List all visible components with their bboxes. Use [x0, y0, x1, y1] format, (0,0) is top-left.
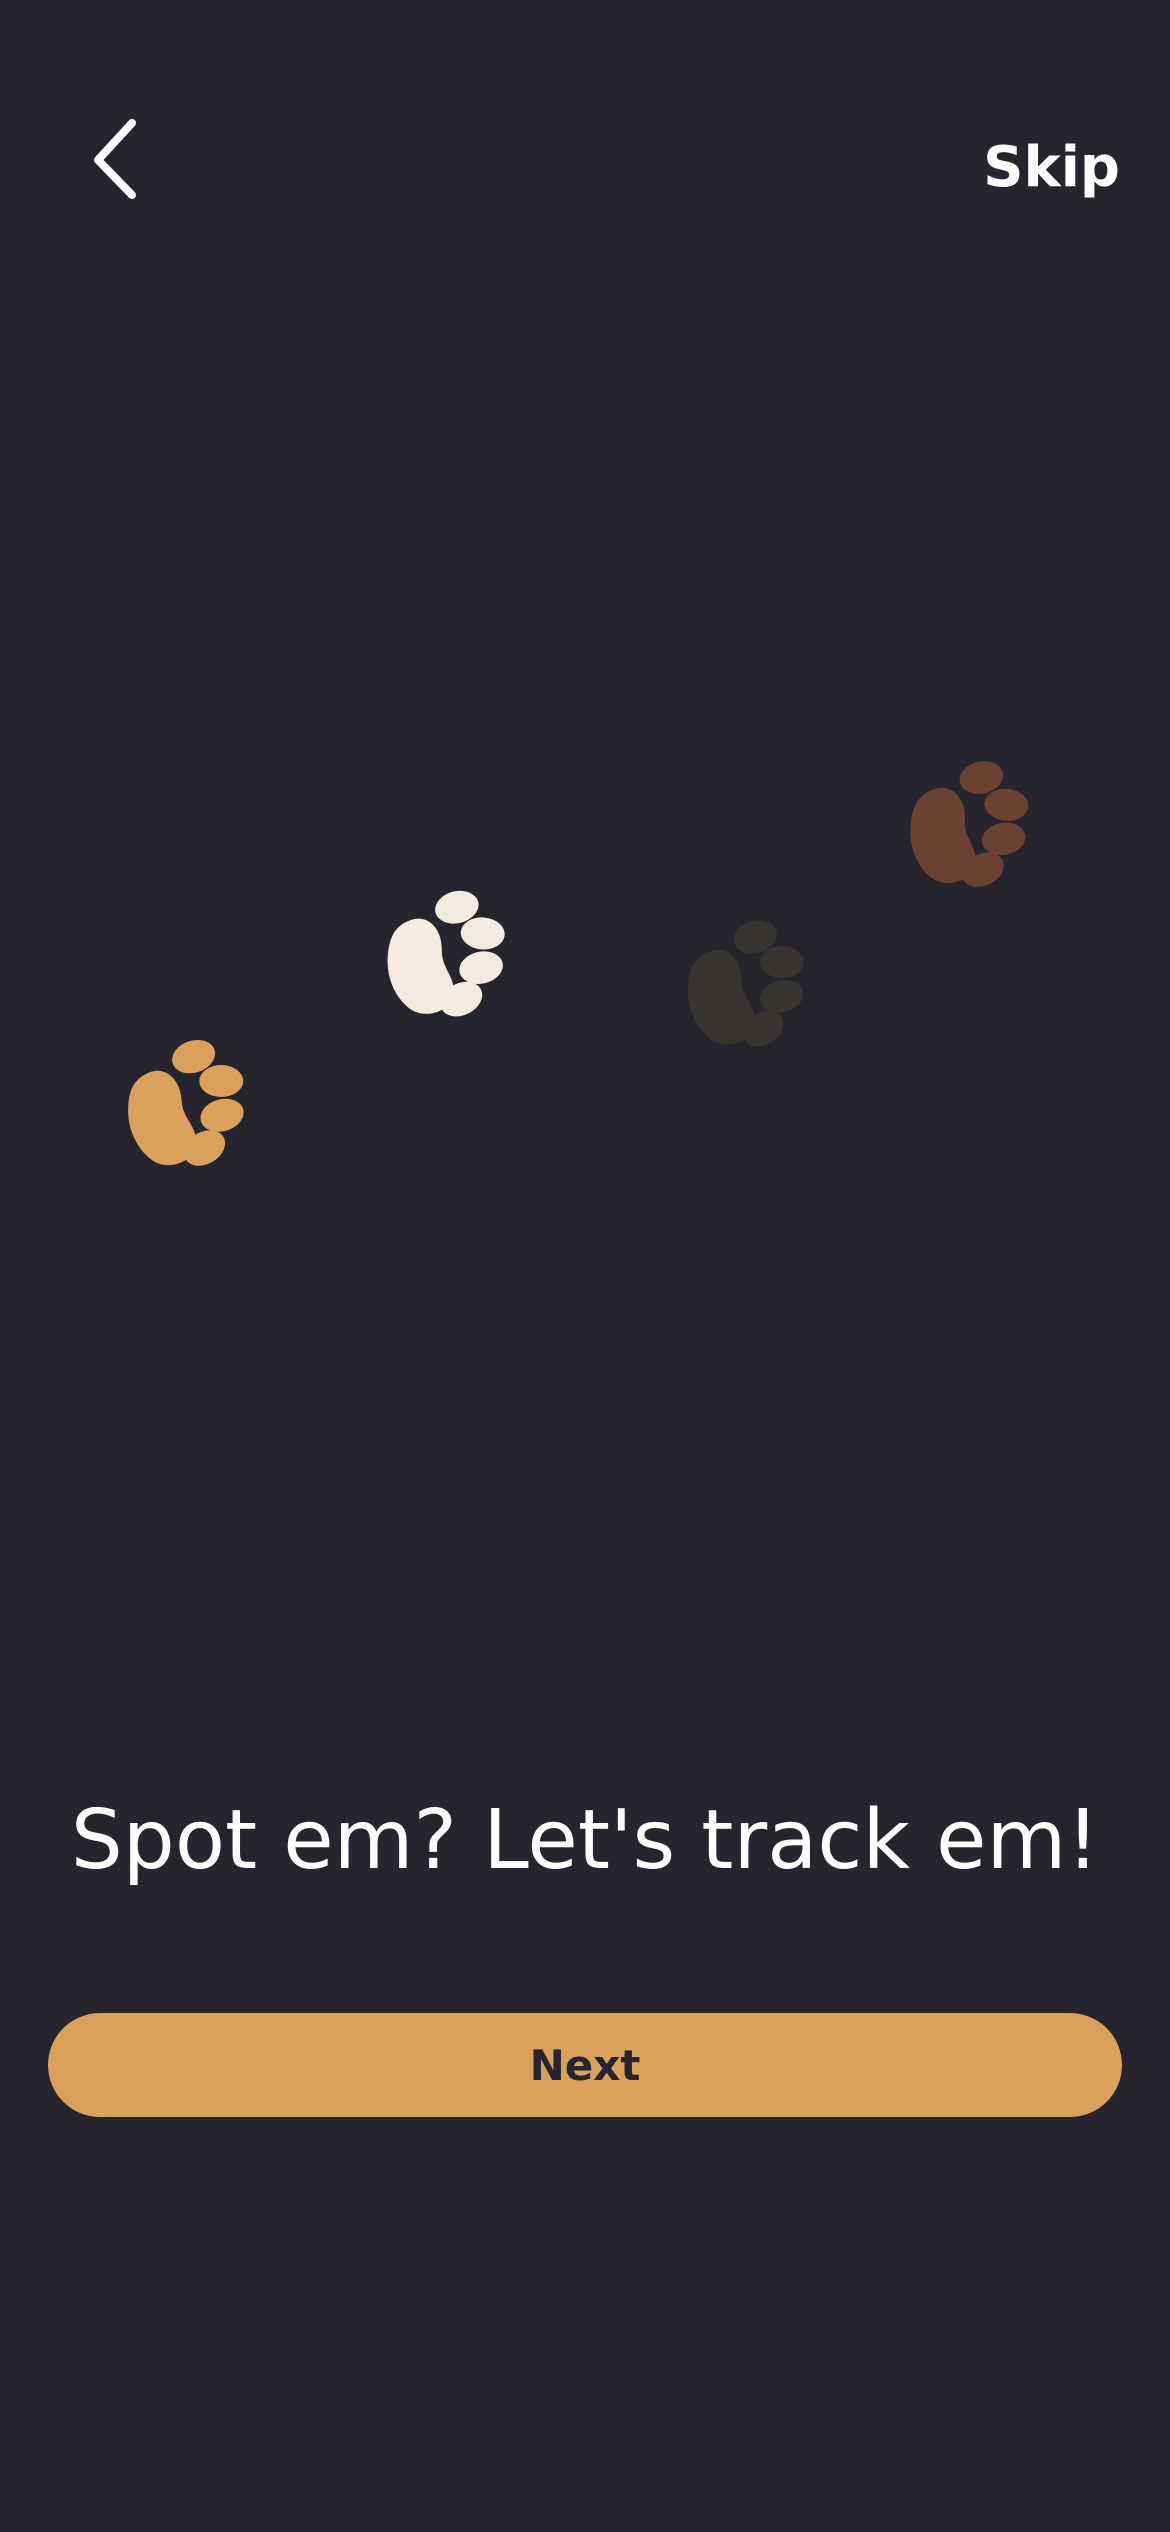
paw-print-icon	[378, 884, 517, 1023]
back-button[interactable]	[80, 105, 160, 205]
skip-button[interactable]: Skip	[983, 140, 1120, 196]
paw-print-icon	[903, 756, 1037, 890]
paw-print-icon	[676, 912, 819, 1055]
chevron-left-icon	[94, 119, 136, 199]
paw-print-icon	[114, 1030, 261, 1177]
onboarding-headline: Spot em? Let's track em!	[70, 1793, 1100, 1888]
next-button[interactable]: Next	[48, 2013, 1122, 2117]
